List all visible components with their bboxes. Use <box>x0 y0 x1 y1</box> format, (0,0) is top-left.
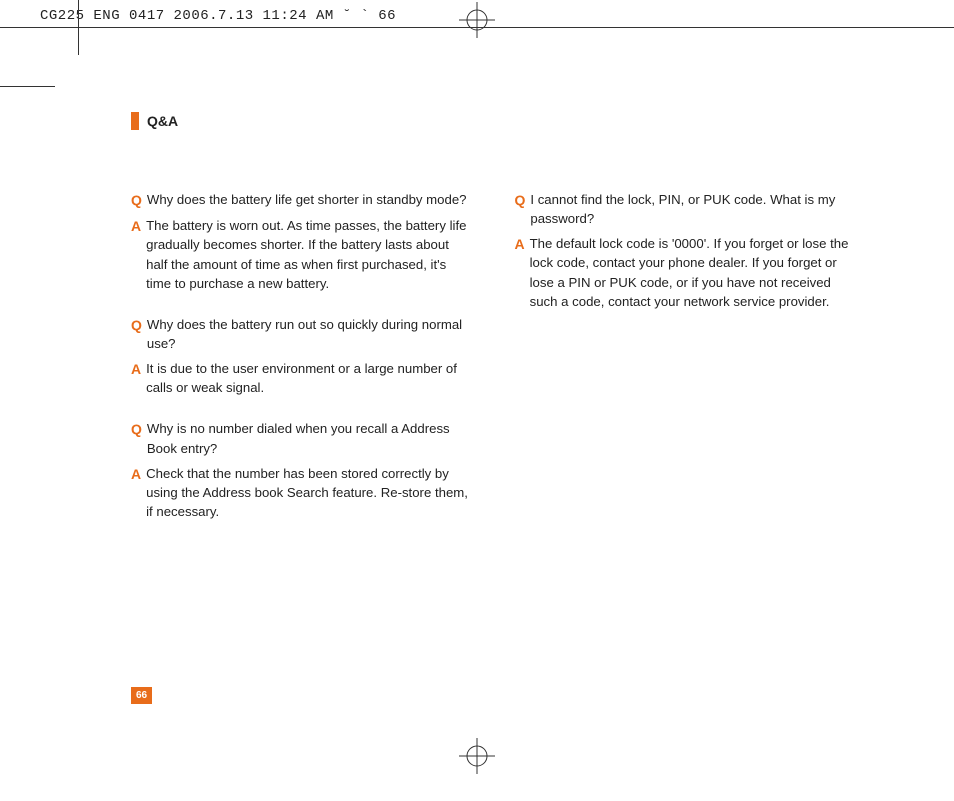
answer-marker: A <box>131 464 141 484</box>
qa-item: Q Why does the battery life get shorter … <box>131 190 471 293</box>
answer-text: Check that the number has been stored co… <box>146 464 470 521</box>
answer-text: The default lock code is '0000'. If you … <box>530 234 854 311</box>
question-text: Why is no number dialed when you recall … <box>147 419 471 457</box>
question-marker: Q <box>131 315 142 335</box>
question-text: Why does the battery life get shorter in… <box>147 190 467 209</box>
qa-item: Q I cannot find the lock, PIN, or PUK co… <box>515 190 855 311</box>
crop-mark-top-vertical <box>78 0 79 55</box>
question-marker: Q <box>515 190 526 210</box>
question-marker: Q <box>131 190 142 210</box>
registration-mark-top-icon <box>457 0 497 45</box>
section-accent-bar <box>131 112 139 130</box>
answer-text: It is due to the user environment or a l… <box>146 359 470 397</box>
answer-marker: A <box>131 216 141 236</box>
crop-mark-left-horizontal <box>0 86 55 87</box>
qa-item: Q Why is no number dialed when you recal… <box>131 419 471 521</box>
qa-item: Q Why does the battery run out so quickl… <box>131 315 471 398</box>
question-text: Why does the battery run out so quickly … <box>147 315 471 353</box>
section-heading: Q&A <box>131 112 178 130</box>
right-column: Q I cannot find the lock, PIN, or PUK co… <box>515 190 855 543</box>
left-column: Q Why does the battery life get shorter … <box>131 190 471 543</box>
registration-mark-bottom-icon <box>457 736 497 781</box>
print-header-line: CG225 ENG 0417 2006.7.13 11:24 AM ˘ ` 66 <box>40 8 396 24</box>
question-text: I cannot find the lock, PIN, or PUK code… <box>530 190 854 228</box>
answer-text: The battery is worn out. As time passes,… <box>146 216 470 293</box>
section-title-text: Q&A <box>147 113 178 129</box>
page-number-badge: 66 <box>131 687 152 704</box>
question-marker: Q <box>131 419 142 439</box>
answer-marker: A <box>515 234 525 254</box>
content-columns: Q Why does the battery life get shorter … <box>131 190 854 543</box>
answer-marker: A <box>131 359 141 379</box>
